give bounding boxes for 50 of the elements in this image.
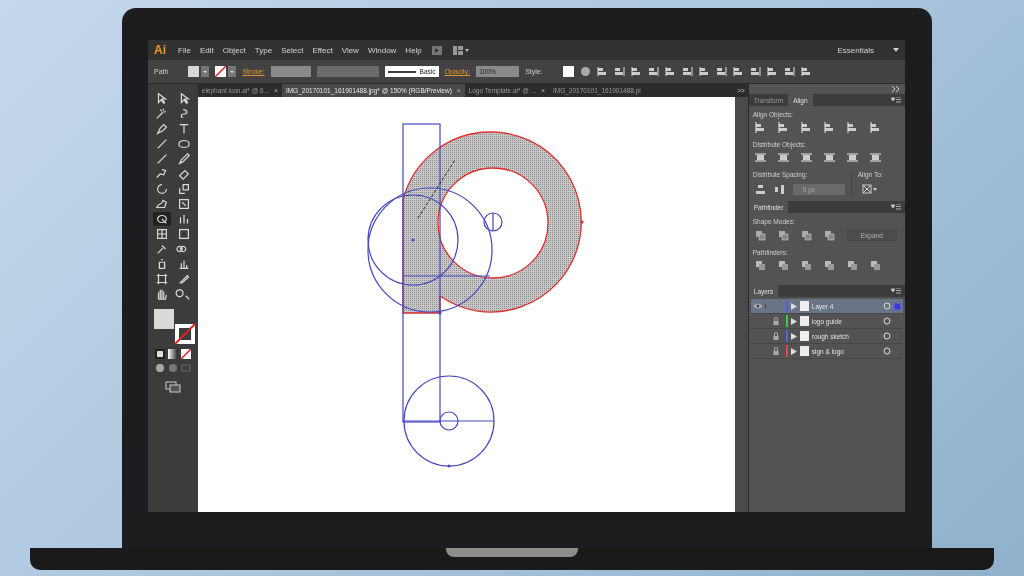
unite-icon[interactable] [754,229,766,241]
target-circle-icon[interactable] [883,347,891,355]
style-swatch-dropdown[interactable] [562,66,574,77]
menu-item[interactable]: Object [222,45,246,55]
menu-item[interactable]: Select [281,45,304,55]
panel-menu-icon[interactable] [891,97,901,103]
menu-item[interactable]: Window [367,45,397,55]
stroke-weight-field[interactable] [270,66,311,77]
caret-icon[interactable] [201,66,210,77]
color-mode-icon[interactable] [154,349,165,359]
arrange-documents-icon[interactable] [451,44,470,56]
app-logo: Ai [154,43,166,57]
distribute-vertical-spacing-icon[interactable] [754,184,766,195]
menu-item[interactable]: Type [254,45,273,55]
caret-icon[interactable] [228,66,237,77]
stroke-line-icon [387,69,416,74]
stroke-swatch-dropdown[interactable] [215,66,237,77]
align-left-icon[interactable] [754,122,766,133]
none-mode-icon[interactable] [180,349,191,359]
align-left-icon[interactable] [613,66,625,77]
lock-icon[interactable] [772,317,779,325]
panel-menu-icon[interactable] [891,204,901,210]
panel-menu-icon[interactable] [891,288,901,294]
menu-item[interactable]: File [178,45,191,55]
globe-icon[interactable] [579,66,591,77]
stroke-swatch[interactable] [173,323,196,345]
shape-builder-icon[interactable] [152,212,171,226]
distribute-horizontal-spacing-icon[interactable] [773,184,785,195]
lock-icon[interactable] [772,332,779,340]
fill-swatch-dropdown[interactable] [188,66,210,77]
bridge-icon[interactable] [430,44,443,56]
lock-icon[interactable] [772,347,779,355]
gradient-mode-icon[interactable] [167,349,178,359]
workspace-switcher[interactable]: Essentials [837,45,874,55]
screen-mode-icon[interactable] [164,381,181,393]
draw-normal-icon[interactable] [154,363,165,373]
selection-square [894,302,901,310]
target-circle-icon[interactable] [883,317,891,325]
menu-item[interactable]: View [341,45,359,55]
menu-item[interactable]: Edit [199,45,214,55]
collapse-panels-icon[interactable] [891,86,901,92]
target-circle-icon[interactable] [883,302,891,310]
fill-swatch[interactable] [153,309,174,329]
divide-icon[interactable] [754,260,766,271]
target-circle-icon[interactable] [883,332,891,340]
caret-icon[interactable] [893,48,899,52]
align-to-dropdown-icon[interactable] [862,184,879,194]
menu-item[interactable]: Help [405,45,422,55]
menu-item[interactable]: Effect [312,45,333,55]
eye-icon[interactable] [752,303,763,309]
